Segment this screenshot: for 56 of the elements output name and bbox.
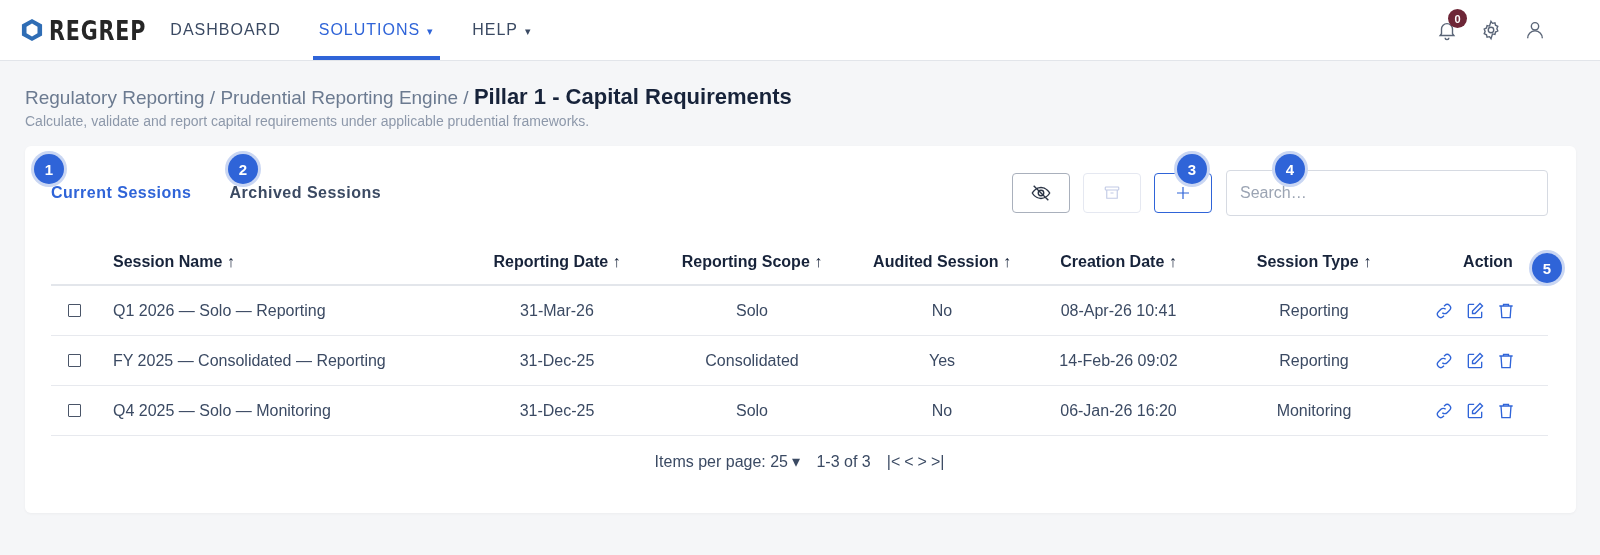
- notification-count: 0: [1448, 9, 1467, 28]
- column-header[interactable]: Creation Date ↑: [1060, 252, 1177, 271]
- row-checkbox[interactable]: [67, 304, 81, 317]
- tab[interactable]: Archived Sessions: [229, 184, 382, 202]
- nav-item[interactable]: DASHBOARD: [164, 0, 287, 60]
- plus-icon: [1174, 184, 1192, 202]
- callout-marker: 4: [1275, 154, 1305, 184]
- tab[interactable]: Current Sessions: [51, 184, 192, 202]
- nav-item[interactable]: SOLUTIONS ▾: [312, 0, 441, 60]
- page-range: 1-3 of 3: [816, 452, 871, 471]
- table-cell: Solo: [736, 401, 768, 420]
- nav-item[interactable]: HELP ▾: [466, 0, 538, 60]
- table-cell: Monitoring: [1276, 401, 1352, 420]
- table-cell-text: Q4 2025 — Solo — Monitoring: [112, 401, 331, 420]
- callout-marker: 1: [34, 154, 64, 184]
- hide-button[interactable]: [1012, 173, 1070, 213]
- table-cell: No: [931, 301, 953, 320]
- table-cell: 31-Mar-26: [520, 301, 594, 320]
- table-cell: 31-Dec-25: [519, 351, 595, 370]
- breadcrumb: Regulatory Reporting / Prudential Reporting Engine / Pillar 1 - Capital Requirements: [25, 84, 793, 110]
- edit-icon[interactable]: [1465, 350, 1485, 371]
- edit-icon[interactable]: [1465, 400, 1485, 421]
- brand-name: REGREP: [49, 14, 147, 46]
- callout-marker: 2: [228, 154, 258, 184]
- callout-marker: 3: [1177, 154, 1207, 184]
- column-header[interactable]: Action: [1463, 252, 1513, 271]
- column-header[interactable]: Session Name ↑: [97, 252, 235, 271]
- column-header[interactable]: Reporting Scope ↑: [681, 252, 823, 271]
- table-cell-text: FY 2025 — Consolidated — Reporting: [112, 351, 386, 370]
- table-cell: 06-Jan-26 16:20: [1060, 401, 1177, 420]
- page-nav-button[interactable]: <: [904, 452, 914, 471]
- table-cell: 14-Feb-26 09:02: [1059, 351, 1178, 370]
- table-cell: Reporting: [1279, 351, 1349, 370]
- items-per-page-select[interactable]: Items per page: 25 ▾: [654, 452, 801, 471]
- table-cell: Yes: [928, 351, 956, 370]
- row-checkbox[interactable]: [67, 404, 81, 417]
- table-cell: 31-Dec-25: [519, 401, 595, 420]
- table-cell: 08-Apr-26 10:41: [1060, 301, 1177, 320]
- page-subtitle: Calculate, validate and report capital requirements under applicable prudential frameworks.: [25, 113, 591, 129]
- row-checkbox[interactable]: [67, 354, 81, 367]
- column-header[interactable]: Audited Session ↑: [873, 252, 1011, 271]
- edit-icon[interactable]: [1465, 300, 1485, 321]
- archive-icon: [1103, 184, 1121, 202]
- table-cell-text: Q1 2026 — Solo — Reporting: [112, 301, 326, 320]
- column-header[interactable]: Reporting Date ↑: [493, 252, 621, 271]
- table-cell: Solo: [736, 301, 768, 320]
- table-cell: No: [931, 401, 953, 420]
- column-header[interactable]: Session Type ↑: [1256, 252, 1372, 271]
- logo-icon: [21, 18, 43, 42]
- page-nav-button[interactable]: >|: [930, 452, 945, 471]
- table-cell: Consolidated: [705, 351, 799, 370]
- callout-marker: 5: [1532, 253, 1562, 283]
- user-icon[interactable]: [1524, 19, 1546, 41]
- page-nav-button[interactable]: >: [917, 452, 927, 471]
- page-nav-button[interactable]: |<: [886, 452, 901, 471]
- table-cell: Reporting: [1279, 301, 1349, 320]
